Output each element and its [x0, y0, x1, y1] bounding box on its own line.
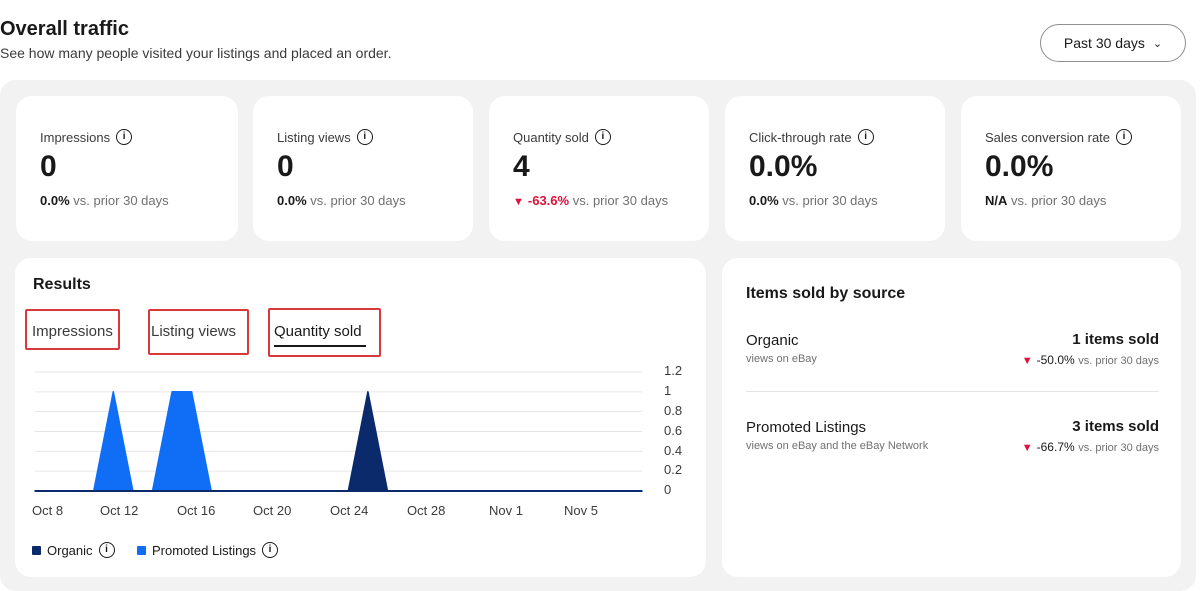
info-icon[interactable]: i: [594, 129, 611, 145]
divider: [746, 391, 1159, 392]
source-sub-promoted: views on eBay and the eBay Network: [746, 440, 929, 452]
down-triangle-icon: ▼: [513, 196, 524, 208]
kpi-comparison: 0.0% vs. prior 30 days: [749, 193, 878, 208]
down-triangle-icon: ▼: [1021, 442, 1033, 454]
kpi-card-click-through-rate: Click-through rate i 0.0% 0.0% vs. prior…: [725, 96, 945, 241]
kpi-value: 0: [277, 150, 294, 183]
kpi-label: Sales conversion rate: [985, 129, 1111, 145]
x-tick-label: Oct 28: [407, 503, 446, 518]
kpi-comparison: 0.0% vs. prior 30 days: [277, 193, 406, 208]
kpi-card-listing-views: Listing views i 0 0.0% vs. prior 30 days: [253, 96, 473, 241]
items-sold-by-source-card: Items sold by source Organic views on eB…: [722, 258, 1181, 577]
source-title: Items sold by source: [746, 285, 906, 302]
quantity-sold-chart: [34, 371, 643, 492]
info-icon[interactable]: i: [116, 129, 133, 145]
legend-swatch-organic: [32, 545, 41, 555]
y-tick-label: 0.6: [664, 423, 683, 438]
info-icon[interactable]: i: [262, 542, 279, 558]
y-tick-label: 0: [664, 482, 672, 497]
y-tick-label: 0.2: [664, 462, 683, 477]
kpi-value: 0.0%: [985, 150, 1054, 183]
page-title: Overall traffic: [0, 18, 129, 40]
legend-organic: Organic i: [32, 542, 115, 558]
kpi-label: Impressions: [40, 129, 111, 145]
legend-label: Organic: [47, 542, 93, 558]
x-tick-label: Oct 12: [100, 503, 139, 518]
down-triangle-icon: ▼: [1021, 355, 1033, 367]
kpi-value: 0: [40, 150, 57, 183]
date-range-label: Past 30 days: [1063, 35, 1145, 51]
traffic-panel: Impressions i 0 0.0% vs. prior 30 days L…: [0, 80, 1196, 591]
x-tick-label: Nov 1: [489, 503, 523, 518]
y-tick-label: 0.8: [664, 403, 683, 418]
kpi-value: 0.0%: [749, 150, 818, 183]
x-tick-label: Oct 24: [330, 503, 369, 518]
source-change-organic: ▼ -50.0% vs. prior 30 days: [1021, 353, 1159, 367]
y-tick-label: 0.4: [664, 443, 683, 458]
kpi-comparison: 0.0% vs. prior 30 days: [40, 193, 169, 208]
source-name-organic: Organic: [746, 332, 799, 349]
info-icon[interactable]: i: [857, 129, 874, 145]
kpi-label: Listing views: [277, 129, 351, 145]
kpi-label: Click-through rate: [749, 129, 852, 145]
page-subtitle: See how many people visited your listing…: [0, 45, 392, 61]
kpi-card-sales-conversion-rate: Sales conversion rate i 0.0% N/A vs. pri…: [961, 96, 1181, 241]
kpi-label: Quantity sold: [513, 129, 589, 145]
kpi-comparison: N/A vs. prior 30 days: [985, 193, 1107, 208]
series-area-promoted-listings: [34, 391, 643, 492]
source-change-promoted: ▼ -66.7% vs. prior 30 days: [1021, 440, 1159, 454]
kpi-value: 4: [513, 150, 530, 183]
kpi-comparison: ▼ -63.6% vs. prior 30 days: [513, 193, 669, 208]
info-icon[interactable]: i: [98, 542, 115, 558]
legend-label: Promoted Listings: [152, 542, 257, 558]
x-tick-label: Nov 5: [564, 503, 598, 518]
x-tick-label: Oct 20: [253, 503, 292, 518]
source-count-organic: 1 items sold: [1072, 331, 1159, 348]
results-card: Results Impressions Listing views Quanti…: [15, 258, 706, 577]
date-range-dropdown[interactable]: Past 30 days ⌄: [1040, 24, 1186, 62]
legend-promoted-listings: Promoted Listings i: [137, 542, 279, 558]
info-icon[interactable]: i: [1116, 129, 1133, 145]
y-tick-label: 1.2: [664, 363, 683, 378]
source-count-promoted: 3 items sold: [1072, 418, 1159, 435]
source-sub-organic: views on eBay: [746, 353, 817, 365]
legend-swatch-promoted: [137, 545, 146, 555]
kpi-card-quantity-sold: Quantity sold i 4 ▼ -63.6% vs. prior 30 d…: [489, 96, 709, 241]
x-tick-label: Oct 8: [32, 503, 64, 518]
y-tick-label: 1: [664, 383, 672, 398]
source-name-promoted: Promoted Listings: [746, 419, 867, 436]
kpi-card-impressions: Impressions i 0 0.0% vs. prior 30 days: [16, 96, 238, 241]
info-icon[interactable]: i: [356, 129, 373, 145]
chevron-down-icon: ⌄: [1152, 37, 1163, 50]
x-tick-label: Oct 16: [177, 503, 216, 518]
